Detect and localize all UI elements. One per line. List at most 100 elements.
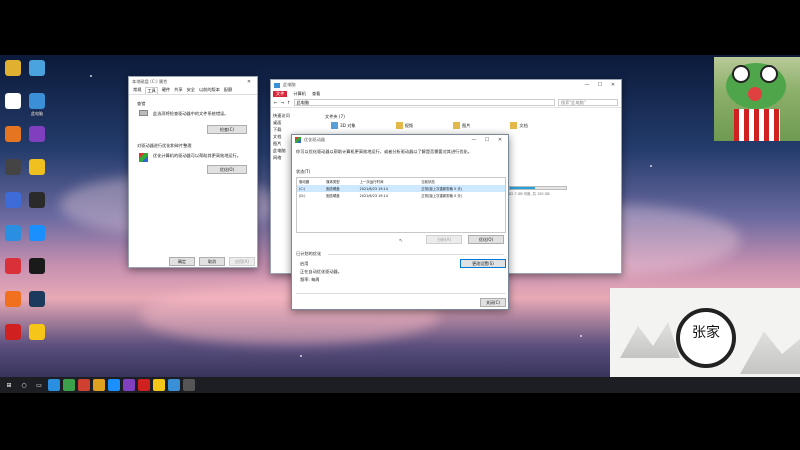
task-view-icon[interactable]: ▭ [33,379,45,391]
menu-computer[interactable]: 计算机 [293,91,306,97]
desktop-shortcut[interactable] [0,93,26,111]
app-icon[interactable] [138,379,150,391]
table-header: 驱动器 媒体类型 上一次运行时间 当前状态 [297,178,505,185]
desktop-shortcut[interactable] [0,192,26,210]
desktop-shortcut[interactable] [24,225,50,243]
desktop-shortcut[interactable] [0,324,26,342]
app-icon [29,192,45,208]
drive-cell: (C:) [299,186,306,191]
tab-security[interactable]: 安全 [187,87,195,94]
col-drive[interactable]: 驱动器 [297,178,324,185]
folder-item[interactable]: 图片 [453,122,470,129]
status-cell: 正常(距上次重新剪裁 0 天) [421,187,463,191]
start-button[interactable]: ⊞ [3,379,15,391]
cancel-button[interactable]: 取消 [199,257,225,266]
folder-label: 图片 [462,122,471,128]
watermark-panel: 张家 [610,288,800,390]
maximize-icon[interactable]: ☐ [595,82,605,88]
col-media-type[interactable]: 媒体类型 [324,178,358,185]
table-row[interactable]: (D:) 固态硬盘 2021/6/23 19:14 正常(距上次重新剪裁 0 天… [297,192,505,199]
defrag-taskbar-icon[interactable] [183,379,195,391]
up-icon[interactable]: ↑ [287,100,291,105]
folder-item[interactable]: 3D 对象 [331,122,356,129]
app-icon[interactable] [123,379,135,391]
folder-item[interactable]: 视频 [395,122,413,129]
tab-general[interactable]: 常规 [133,87,141,94]
desktop-shortcut[interactable] [0,291,26,309]
desktop-shortcut[interactable]: 此电脑 [24,93,50,116]
app-icon [5,126,21,142]
tab-previous-versions[interactable]: 以前的版本 [199,87,220,94]
search-input[interactable]: 搜索"此电脑" [558,99,618,106]
col-status[interactable]: 当前状态 [419,178,505,185]
app-icon [5,324,21,340]
apply-button[interactable]: 应用(A) [229,257,255,266]
optimize-titlebar: 优化驱动器 — ☐ ✕ [292,135,508,145]
desktop-shortcut[interactable] [24,324,50,342]
optimize-button[interactable]: 优化(O) [207,165,247,174]
app-icon[interactable] [78,379,90,391]
app-icon [5,93,21,109]
tab-tools[interactable]: 工具 [145,87,158,94]
close-icon[interactable]: ✕ [495,137,505,143]
col-last-run[interactable]: 上一次运行时间 [358,178,420,185]
tab-quota[interactable]: 配额 [224,87,232,94]
frequency-text: 频率: 每周 [300,277,320,282]
desktop-shortcut[interactable] [24,192,50,210]
app-icon[interactable] [108,379,120,391]
edge-icon[interactable] [48,379,60,391]
folder-label: 3D 对象 [340,122,356,128]
menu-view[interactable]: 查看 [312,91,320,97]
check-button[interactable]: 检查(C) [207,125,247,134]
drive-cell: (D:) [299,193,306,198]
nav-quick-access[interactable]: 快速访问 [273,112,313,119]
optimize-drive-button[interactable]: 优化(O) [468,235,504,244]
address-bar[interactable]: 此电脑 [293,99,555,106]
tab-hardware[interactable]: 硬件 [162,87,170,94]
desktop-shortcut[interactable] [24,60,50,78]
app-icon [5,159,21,175]
search-icon[interactable]: ○ [18,379,30,391]
nav-desktop[interactable]: 桌面 [273,119,313,126]
app-icon[interactable] [93,379,105,391]
tab-sharing[interactable]: 共享 [174,87,182,94]
change-settings-button[interactable]: 更改设置(S) [460,259,506,268]
desktop-shortcut[interactable] [0,225,26,243]
maximize-icon[interactable]: ☐ [482,137,492,143]
folder-icon [395,122,403,129]
media-cell: 固态硬盘 [326,187,340,191]
logo-text: 张家 [692,325,720,341]
explorer-titlebar: 此电脑 — ☐ ✕ [271,80,621,90]
table-row[interactable]: (C:) 固态硬盘 2021/6/23 19:14 正常(距上次重新剪裁 0 天… [297,185,505,192]
analyze-button[interactable]: 分析(A) [426,235,462,244]
desktop-shortcut[interactable] [0,258,26,276]
frog-eye [760,65,778,83]
drive-d-usage[interactable]: 82.7 GB 可用, 共 150 GB [509,186,567,196]
back-icon[interactable]: ← [274,100,278,105]
desktop-shortcut[interactable] [0,126,26,144]
desktop-shortcut[interactable] [24,126,50,144]
folder-item[interactable]: 文档 [510,122,528,129]
app-icon [29,60,45,76]
close-icon[interactable]: ✕ [608,82,618,88]
app-icon[interactable] [63,379,75,391]
optimize-description: 你可以优化驱动器以帮助计算机更高效地运行，或者分析驱动器以了解是否需要对其进行优… [296,149,472,154]
star [650,165,652,167]
menu-file[interactable]: 文件 [273,91,288,97]
file-explorer-icon[interactable] [168,379,180,391]
close-button[interactable]: 关闭(C) [480,298,506,307]
desktop-shortcut[interactable] [24,159,50,177]
minimize-icon[interactable]: — [469,137,479,143]
ok-button[interactable]: 确定 [169,257,195,266]
star [300,355,302,357]
app-icon[interactable] [153,379,165,391]
nav-downloads[interactable]: 下载 [273,126,313,133]
desktop-shortcut[interactable] [24,258,50,276]
forward-icon[interactable]: → [281,100,285,105]
desktop-shortcut[interactable] [0,60,26,78]
desktop-shortcut[interactable] [24,291,50,309]
desktop-shortcut[interactable] [0,159,26,177]
close-icon[interactable]: ✕ [244,79,254,85]
minimize-icon[interactable]: — [582,82,592,88]
optimize-dialog: 优化驱动器 — ☐ ✕ 你可以优化驱动器以帮助计算机更高效地运行，或者分析驱动器… [291,134,509,310]
